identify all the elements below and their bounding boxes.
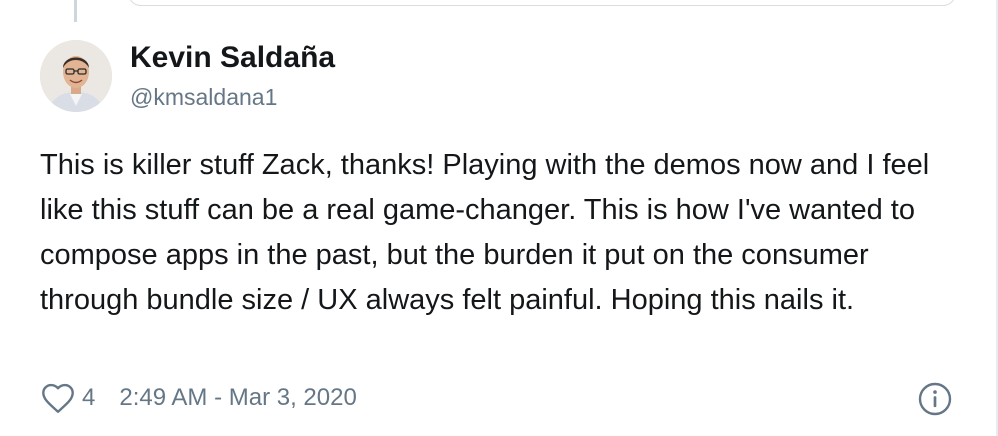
avatar[interactable] xyxy=(40,40,112,112)
info-button[interactable] xyxy=(917,381,953,417)
author-handle[interactable]: @kmsaldana1 xyxy=(130,83,277,111)
thread-connector-line xyxy=(74,0,77,22)
info-icon xyxy=(918,382,952,416)
avatar-photo xyxy=(40,40,112,112)
like-count: 4 xyxy=(82,384,96,411)
previous-card-edge xyxy=(128,0,956,6)
like-button[interactable]: 4 xyxy=(40,378,95,418)
author-display-name[interactable]: Kevin Saldaña xyxy=(130,40,335,76)
tweet-footer: 4 2:49 AM - Mar 3, 2020 xyxy=(40,378,357,418)
heart-icon xyxy=(42,383,74,413)
tweet-timestamp[interactable]: 2:49 AM - Mar 3, 2020 xyxy=(119,378,356,418)
tweet-text: This is killer stuff Zack, thanks! Playi… xyxy=(40,149,930,316)
